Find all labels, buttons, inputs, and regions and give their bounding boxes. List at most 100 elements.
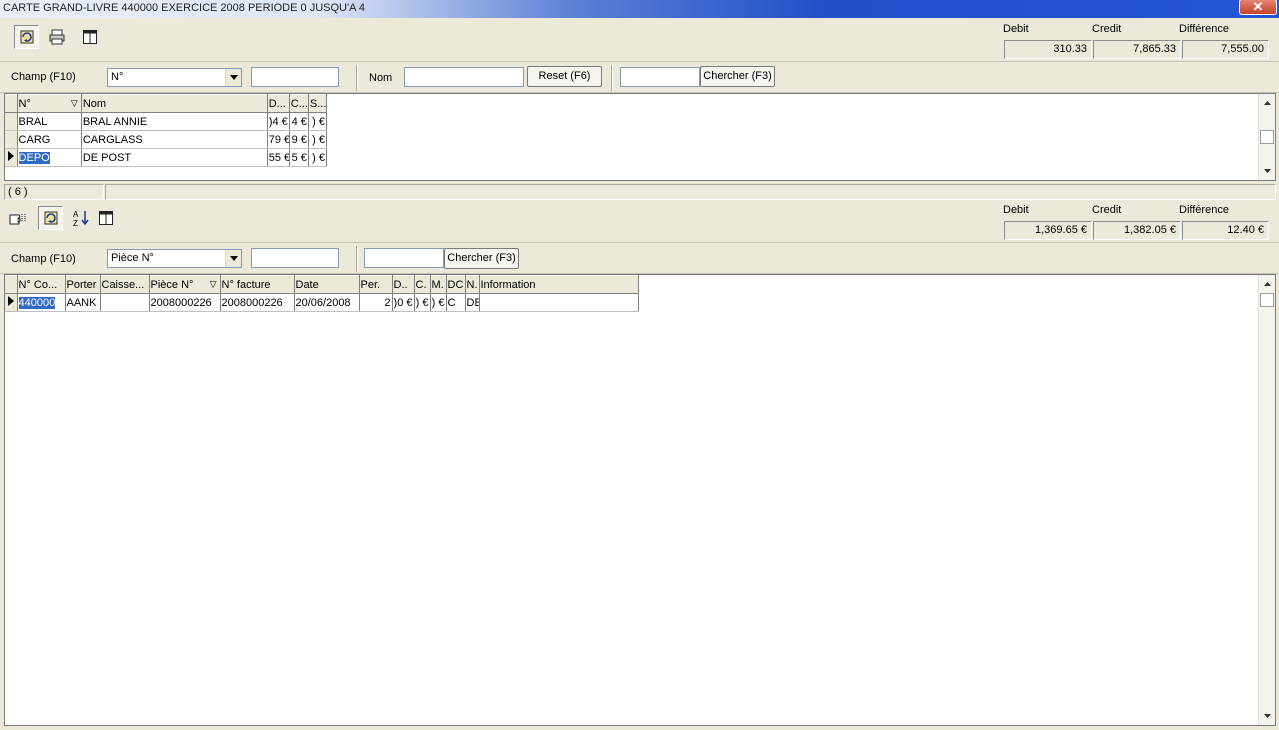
difference-total: 7,555.00 xyxy=(1182,40,1269,59)
field-select[interactable]: N° xyxy=(107,68,242,87)
column-header-credit[interactable]: C. xyxy=(414,275,431,294)
cell-credit[interactable]: 4 € xyxy=(289,112,309,131)
scroll-up-icon[interactable] xyxy=(1259,276,1275,292)
column-header-caisse[interactable]: Caisse... xyxy=(100,275,150,294)
close-button[interactable]: ✕ xyxy=(1239,0,1277,15)
column-header-piece[interactable]: Pièce N° ▽ xyxy=(149,275,221,294)
cell-debit[interactable]: )4 € xyxy=(267,112,290,131)
debit-total: 1,369.65 € xyxy=(1004,221,1092,240)
table-row-selected[interactable]: DEPO DE POST 55 € 5 € ) € xyxy=(5,148,328,167)
cell-invoice[interactable]: 2008000226 xyxy=(220,293,295,312)
cell-caisse[interactable] xyxy=(100,293,150,312)
table-row[interactable]: CARG CARGLASS 79 € 9 € ) € xyxy=(5,130,328,149)
search-input[interactable] xyxy=(620,67,700,87)
cell-n[interactable]: DE xyxy=(465,293,480,312)
column-header-dc[interactable]: DC xyxy=(446,275,466,294)
cell-period[interactable]: 2 xyxy=(359,293,393,312)
column-header-debit[interactable]: D... xyxy=(267,94,290,113)
chevron-down-icon[interactable] xyxy=(225,250,241,267)
refresh-button[interactable] xyxy=(38,206,63,230)
field-label: Champ (F10) xyxy=(11,71,76,83)
column-header-porter[interactable]: Porter xyxy=(65,275,101,294)
column-header-credit[interactable]: C... xyxy=(289,94,309,113)
column-header-period[interactable]: Per. xyxy=(359,275,393,294)
top-search-panel: Champ (F10) N° Nom Reset (F6) Chercher (… xyxy=(0,63,1279,93)
cell-porter[interactable]: AANK xyxy=(65,293,101,312)
cell-credit[interactable]: 9 € xyxy=(289,130,309,149)
cell-balance[interactable]: ) € xyxy=(308,130,328,149)
field-select-value: Pièce N° xyxy=(111,252,154,264)
column-header-debit[interactable]: D.. xyxy=(392,275,415,294)
scroll-down-icon[interactable] xyxy=(1259,163,1275,179)
cell-name[interactable]: BRAL ANNIE xyxy=(81,112,268,131)
cell-date[interactable]: 20/06/2008 xyxy=(294,293,360,312)
cell-balance[interactable]: ) € xyxy=(308,112,328,131)
field-search-input[interactable] xyxy=(251,67,339,87)
table-row[interactable]: BRAL BRAL ANNIE )4 € 4 € ) € xyxy=(5,112,328,131)
scroll-thumb[interactable] xyxy=(1260,130,1274,144)
separator xyxy=(611,65,613,91)
column-header-information[interactable]: Information xyxy=(479,275,639,294)
entries-scrollbar[interactable] xyxy=(1258,275,1275,725)
cell-number[interactable]: CARG xyxy=(17,130,82,149)
row-indicator-header xyxy=(5,94,18,113)
sort-icon: ▽ xyxy=(70,97,78,108)
cell-credit[interactable]: ) € xyxy=(414,293,431,312)
goto-button[interactable] xyxy=(5,206,30,230)
scroll-down-icon[interactable] xyxy=(1259,708,1275,724)
search-button[interactable]: Chercher (F3) xyxy=(444,248,519,269)
cell-account[interactable]: 440000 xyxy=(17,293,66,312)
sort-icon: ▽ xyxy=(209,278,217,289)
columns-button[interactable] xyxy=(77,25,102,49)
cell-credit[interactable]: 5 € xyxy=(289,148,309,167)
cell-balance[interactable]: ) € xyxy=(308,148,328,167)
selected-cell-text[interactable]: 440000 xyxy=(18,296,56,309)
reset-button[interactable]: Reset (F6) xyxy=(527,66,602,87)
cell-debit[interactable]: 79 € xyxy=(267,130,290,149)
column-header-amount[interactable]: M. xyxy=(430,275,447,294)
cell-amount[interactable]: ) € xyxy=(430,293,447,312)
search-input[interactable] xyxy=(364,248,444,268)
sort-button[interactable]: A Z xyxy=(69,206,94,230)
column-header-n[interactable]: N. xyxy=(465,275,480,294)
cell-dc[interactable]: C xyxy=(446,293,466,312)
credit-total: 1,382.05 € xyxy=(1093,221,1181,240)
name-input[interactable] xyxy=(404,67,524,87)
svg-text:A: A xyxy=(73,210,79,219)
cell-number[interactable]: DEPO xyxy=(17,148,82,167)
columns-button[interactable] xyxy=(93,206,118,230)
refresh-icon xyxy=(20,30,33,44)
cell-debit[interactable]: 55 € xyxy=(267,148,290,167)
row-indicator[interactable] xyxy=(5,112,18,131)
cell-information[interactable] xyxy=(479,293,639,312)
chevron-down-icon[interactable] xyxy=(225,69,241,86)
column-header-name[interactable]: Nom xyxy=(81,94,268,113)
cell-debit[interactable]: )0 € xyxy=(392,293,415,312)
column-header-balance[interactable]: S... xyxy=(308,94,328,113)
scroll-up-icon[interactable] xyxy=(1259,95,1275,111)
cell-name[interactable]: CARGLASS xyxy=(81,130,268,149)
cell-piece[interactable]: 2008000226 xyxy=(149,293,221,312)
refresh-button[interactable] xyxy=(14,25,39,49)
column-header-number[interactable]: N° ▽ xyxy=(17,94,82,113)
row-indicator[interactable] xyxy=(5,130,18,149)
current-row-icon xyxy=(5,293,18,312)
separator xyxy=(356,65,358,91)
column-header-account[interactable]: N° Co... xyxy=(17,275,66,294)
credit-label: Credit xyxy=(1092,23,1122,35)
refresh-icon xyxy=(44,211,57,225)
entries-grid: N° Co... Porter Caisse... Pièce N° ▽ N° f… xyxy=(4,274,1276,726)
field-search-input[interactable] xyxy=(251,248,339,268)
cell-number[interactable]: BRAL xyxy=(17,112,82,131)
sort-az-icon: A Z xyxy=(73,210,89,227)
print-button[interactable] xyxy=(44,25,69,49)
accounts-scrollbar[interactable] xyxy=(1258,94,1275,180)
table-row-selected[interactable]: 440000 AANK 2008000226 2008000226 20/06/… xyxy=(5,293,639,312)
cell-name[interactable]: DE POST xyxy=(81,148,268,167)
scroll-thumb[interactable] xyxy=(1260,293,1274,307)
field-select[interactable]: Pièce N° xyxy=(107,249,242,268)
search-button[interactable]: Chercher (F3) xyxy=(700,66,775,87)
column-header-invoice[interactable]: N° facture xyxy=(220,275,295,294)
column-header-date[interactable]: Date xyxy=(294,275,360,294)
selected-cell-text[interactable]: DEPO xyxy=(18,151,50,164)
